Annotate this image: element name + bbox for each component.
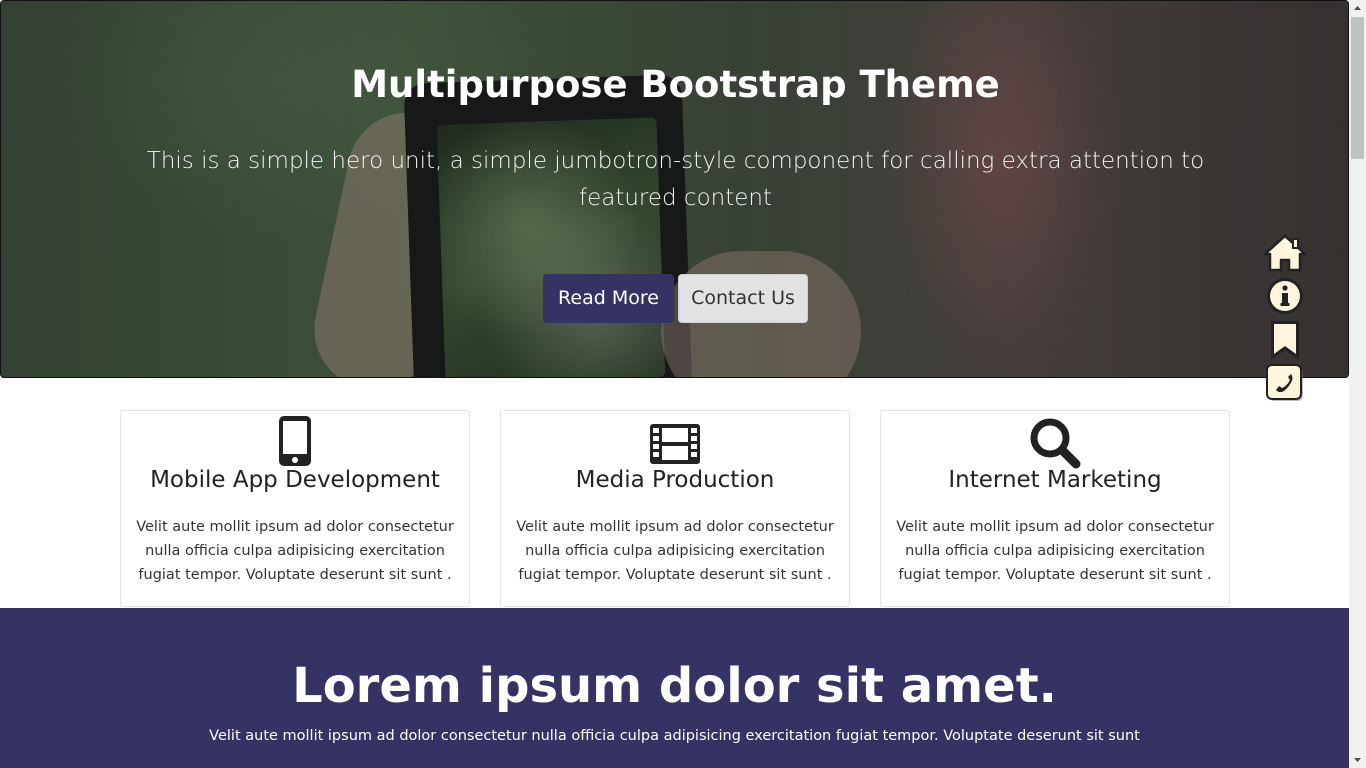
hero-title: Multipurpose Bootstrap Theme <box>351 63 1000 106</box>
mobile-phone-icon <box>121 415 469 471</box>
feature-card-media-production: Media Production Velit aute mollit ipsum… <box>500 410 850 607</box>
phone-icon[interactable] <box>1262 364 1308 406</box>
read-more-button[interactable]: Read More <box>543 274 674 323</box>
feature-text: Velit aute mollit ipsum ad dolor consect… <box>896 519 1214 583</box>
page: Multipurpose Bootstrap Theme This is a s… <box>0 0 1349 768</box>
feature-title: Media Production <box>575 467 775 493</box>
scroll-up-arrow-icon[interactable] <box>1349 0 1366 17</box>
banner-text: Velit aute mollit ipsum ad dolor consect… <box>209 728 1140 744</box>
callout-banner: Lorem ipsum dolor sit amet. Velit aute m… <box>0 608 1349 768</box>
feature-text: Velit aute mollit ipsum ad dolor consect… <box>516 519 834 583</box>
scroll-down-arrow-icon[interactable] <box>1349 751 1366 768</box>
feature-card-mobile-app: Mobile App Development Velit aute mollit… <box>120 410 470 607</box>
feature-card-internet-marketing: Internet Marketing Velit aute mollit ips… <box>880 410 1230 607</box>
info-icon[interactable] <box>1262 276 1308 318</box>
home-icon[interactable] <box>1262 232 1308 274</box>
banner-title: Lorem ipsum dolor sit amet. <box>292 658 1057 714</box>
search-icon <box>881 415 1229 471</box>
hero-subtitle: This is a simple hero unit, a simple jum… <box>146 148 1205 211</box>
hero-section: Multipurpose Bootstrap Theme This is a s… <box>0 0 1349 378</box>
bookmark-icon[interactable] <box>1262 320 1308 362</box>
feature-title: Mobile App Development <box>150 467 440 493</box>
scrollbar-thumb[interactable] <box>1351 17 1364 159</box>
feature-title: Internet Marketing <box>948 467 1162 493</box>
film-icon <box>501 415 849 471</box>
contact-us-button[interactable]: Contact Us <box>678 274 808 323</box>
vertical-scrollbar[interactable] <box>1349 0 1366 768</box>
feature-text: Velit aute mollit ipsum ad dolor consect… <box>136 519 454 583</box>
